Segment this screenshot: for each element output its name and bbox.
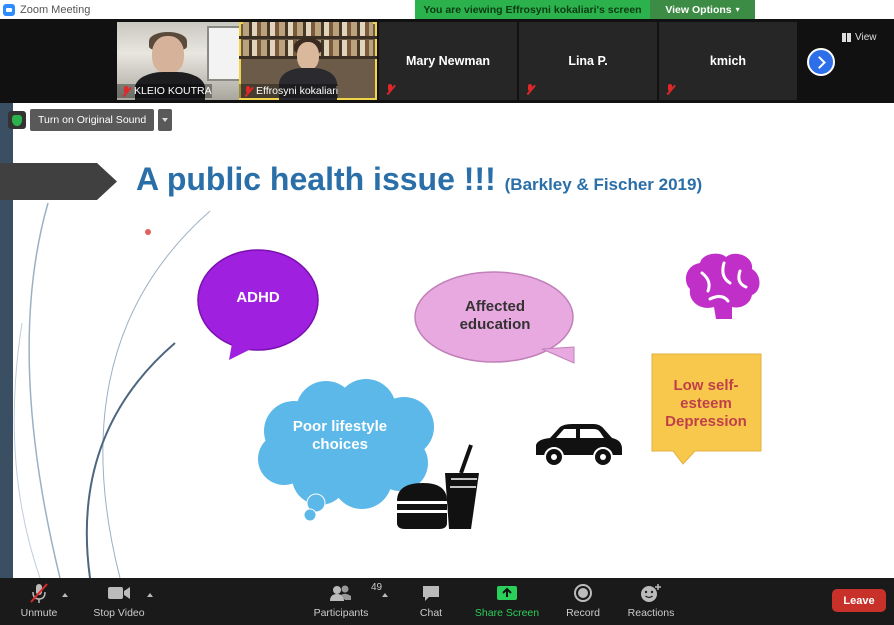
- unmute-label: Unmute: [20, 607, 58, 619]
- participant-strip: KLEIO KOUTRA Effrosyni kokaliari Mary Ne…: [0, 19, 894, 103]
- esteem-box-text: Low self-esteem Depression: [665, 377, 747, 430]
- participant-tile[interactable]: Lina P.: [519, 22, 657, 100]
- shared-screen[interactable]: Turn on Original Sound A public health i…: [0, 103, 894, 578]
- stop-video-button[interactable]: Stop Video: [92, 582, 146, 619]
- viewing-message: You are viewing Effrosyni kokaliari's sc…: [415, 0, 650, 19]
- record-button[interactable]: Record: [564, 582, 602, 619]
- muted-mic-icon: [665, 84, 675, 95]
- next-page-button[interactable]: [807, 48, 835, 76]
- video-camera-icon: [107, 582, 131, 604]
- participant-tile[interactable]: Effrosyni kokaliari: [239, 22, 377, 100]
- participants-button[interactable]: 49 Participants: [313, 582, 383, 619]
- slide-arrow-tab: [0, 163, 117, 200]
- view-button[interactable]: View: [842, 28, 890, 46]
- chat-label: Chat: [419, 607, 443, 619]
- smiley-plus-icon: [640, 582, 662, 604]
- participant-name: Mary Newman: [405, 54, 491, 68]
- video-face: [297, 42, 319, 70]
- participant-tile[interactable]: kmich: [659, 22, 797, 100]
- share-screen-label: Share Screen: [474, 607, 540, 619]
- grid-icon: [842, 32, 851, 42]
- education-bubble-text: Affected education: [459, 298, 531, 333]
- original-sound-button[interactable]: Turn on Original Sound: [30, 109, 155, 131]
- reactions-button[interactable]: Reactions: [627, 582, 675, 619]
- video-options-caret[interactable]: [147, 590, 153, 597]
- muted-mic-icon: [385, 84, 395, 95]
- window-title: Zoom Meeting: [20, 3, 91, 16]
- zoom-logo-icon: [3, 3, 15, 16]
- record-label: Record: [566, 607, 600, 619]
- books: [243, 22, 373, 36]
- participants-icon: 49: [329, 582, 382, 604]
- participant-name: Lina P.: [568, 54, 608, 68]
- video-face: [152, 36, 184, 74]
- fast-food-icon: [397, 444, 479, 529]
- slide-citation: (Barkley & Fischer 2019): [504, 175, 703, 194]
- meeting-toolbar: Unmute Stop Video 49 Participants Chat S…: [0, 578, 894, 625]
- participant-tile[interactable]: KLEIO KOUTRA: [117, 22, 255, 100]
- view-label: View: [855, 31, 877, 43]
- leave-button[interactable]: Leave: [832, 589, 886, 612]
- shield-icon: [8, 111, 26, 129]
- chevron-down-icon: ▾: [735, 5, 740, 14]
- slide-title: A public health issue !!! (Barkley & Fis…: [136, 161, 702, 198]
- participant-tile[interactable]: Mary Newman: [379, 22, 517, 100]
- view-options-button[interactable]: View Options ▾: [650, 0, 755, 19]
- participants-count: 49: [371, 582, 383, 593]
- unmute-button[interactable]: Unmute: [19, 582, 59, 619]
- participants-label: Participants: [313, 607, 369, 619]
- pointer-dot: [145, 229, 151, 235]
- original-sound-dropdown[interactable]: [158, 109, 173, 131]
- participant-label: KLEIO KOUTRA: [117, 84, 212, 98]
- view-options-label: View Options: [665, 3, 732, 16]
- participants-options-caret[interactable]: [382, 590, 388, 597]
- participant-name: kmich: [709, 54, 747, 68]
- muted-mic-icon: [29, 582, 49, 604]
- brain-icon: [685, 253, 760, 319]
- slide-title-text: A public health issue !!!: [136, 161, 496, 197]
- participant-label: Effrosyni kokaliari: [239, 84, 339, 98]
- muted-mic-icon: [243, 85, 253, 97]
- stop-video-label: Stop Video: [93, 607, 145, 619]
- share-screen-button[interactable]: Share Screen: [474, 582, 540, 619]
- chat-button[interactable]: Chat: [414, 582, 448, 619]
- audio-options-caret[interactable]: [62, 590, 68, 597]
- participant-name: KLEIO KOUTRA: [134, 85, 212, 97]
- lifestyle-cloud-text: Poor lifestyle choices: [292, 418, 388, 453]
- car-icon: [536, 424, 622, 467]
- adhd-bubble-text: ADHD: [236, 289, 280, 306]
- muted-mic-icon: [121, 85, 131, 97]
- participant-name: Effrosyni kokaliari: [256, 85, 339, 97]
- original-sound-control: Turn on Original Sound: [8, 109, 173, 131]
- reactions-label: Reactions: [627, 607, 675, 619]
- viewing-banner: You are viewing Effrosyni kokaliari's sc…: [415, 0, 755, 19]
- muted-mic-icon: [525, 84, 535, 95]
- chat-bubble-icon: [421, 582, 441, 604]
- record-icon: [573, 582, 593, 604]
- share-screen-icon: [496, 582, 518, 604]
